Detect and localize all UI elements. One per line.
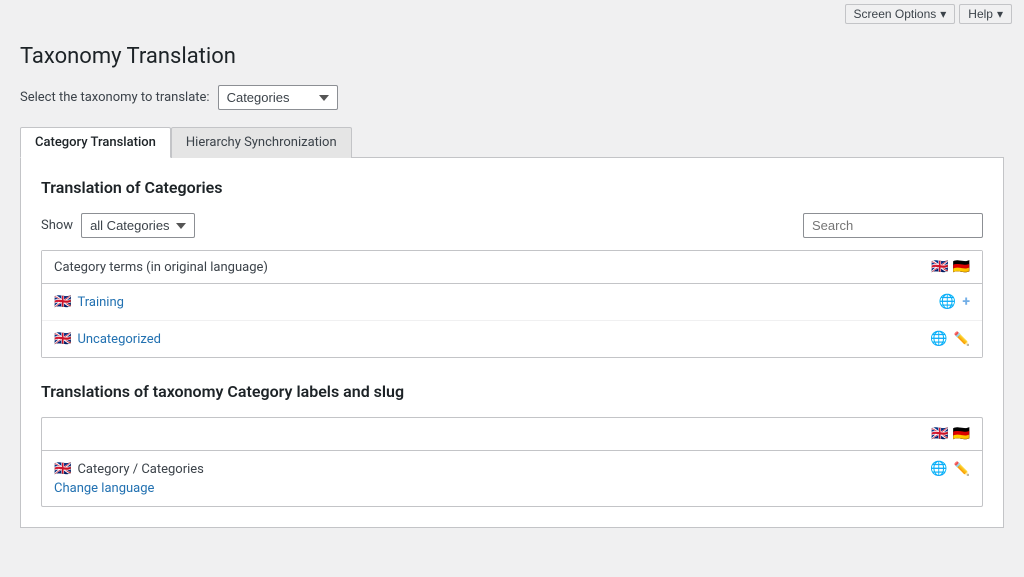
uk-flag-uncategorized — [54, 331, 71, 347]
change-language-link[interactable]: Change language — [54, 481, 970, 496]
uncategorized-link[interactable]: Uncategorized — [77, 332, 160, 347]
categories-table: Category terms (in original language) Tr… — [41, 250, 983, 358]
label-row-text: Category / Categories — [77, 462, 203, 477]
table-header-row: Category terms (in original language) — [42, 251, 982, 284]
show-label: Show — [41, 218, 73, 233]
tab-hierarchy-synchronization[interactable]: Hierarchy Synchronization — [171, 127, 352, 158]
show-row: Show all Categories Translated Untransla… — [41, 213, 983, 238]
section-labels: Translations of taxonomy Category labels… — [41, 382, 983, 507]
labels-table: Category / Categories 🌐 ✏️ Change langua… — [41, 417, 983, 507]
labels-header-flags — [931, 426, 970, 442]
screen-options-label: Screen Options — [854, 7, 937, 21]
tab-content-category-translation: Translation of Categories Show all Categ… — [20, 158, 1004, 528]
table-header-text: Category terms (in original language) — [54, 260, 931, 275]
header-flags — [931, 259, 970, 275]
page-title: Taxonomy Translation — [20, 44, 1004, 69]
taxonomy-select-label: Select the taxonomy to translate: — [20, 90, 210, 105]
add-translation-training[interactable]: + — [962, 294, 970, 310]
edit-translation-uncategorized[interactable]: ✏️ — [954, 332, 970, 347]
search-input[interactable] — [803, 213, 983, 238]
label-row-actions: 🌐 ✏️ — [930, 461, 970, 477]
taxonomy-select-row: Select the taxonomy to translate: Catego… — [20, 85, 1004, 110]
help-chevron-icon: ▾ — [997, 7, 1003, 21]
section-title-labels: Translations of taxonomy Category labels… — [41, 382, 983, 401]
taxonomy-select[interactable]: Categories Tags Post Formats — [218, 85, 338, 110]
uk-flag-header — [931, 259, 948, 275]
tab-category-translation[interactable]: Category Translation — [20, 127, 171, 158]
labels-row: Category / Categories 🌐 ✏️ Change langua… — [42, 451, 982, 506]
training-actions: 🌐 + — [939, 294, 970, 310]
tabs-nav: Category Translation Hierarchy Synchroni… — [20, 126, 1004, 158]
uk-flag-labels-header — [931, 426, 948, 442]
uk-flag-label-row — [54, 461, 71, 477]
screen-options-chevron-icon: ▾ — [940, 7, 946, 21]
de-flag-labels-header — [953, 426, 970, 442]
edit-label-translation[interactable]: ✏️ — [954, 462, 970, 477]
show-select[interactable]: all Categories Translated Untranslated — [81, 213, 195, 238]
globe-icon-label: 🌐 — [930, 461, 947, 477]
tabs-container: Category Translation Hierarchy Synchroni… — [20, 126, 1004, 528]
uk-flag-training — [54, 294, 71, 310]
training-link[interactable]: Training — [77, 295, 123, 310]
globe-icon-uncategorized: 🌐 — [930, 331, 947, 347]
help-label: Help — [968, 7, 993, 21]
screen-options-button[interactable]: Screen Options ▾ — [845, 4, 956, 24]
section-title-categories: Translation of Categories — [41, 178, 983, 197]
de-flag-header — [953, 259, 970, 275]
table-row: Training 🌐 + — [42, 284, 982, 321]
uncategorized-actions: 🌐 ✏️ — [930, 331, 970, 347]
help-button[interactable]: Help ▾ — [959, 4, 1012, 24]
globe-icon-training: 🌐 — [939, 294, 956, 310]
labels-header-row — [42, 418, 982, 451]
table-row: Uncategorized 🌐 ✏️ — [42, 321, 982, 357]
